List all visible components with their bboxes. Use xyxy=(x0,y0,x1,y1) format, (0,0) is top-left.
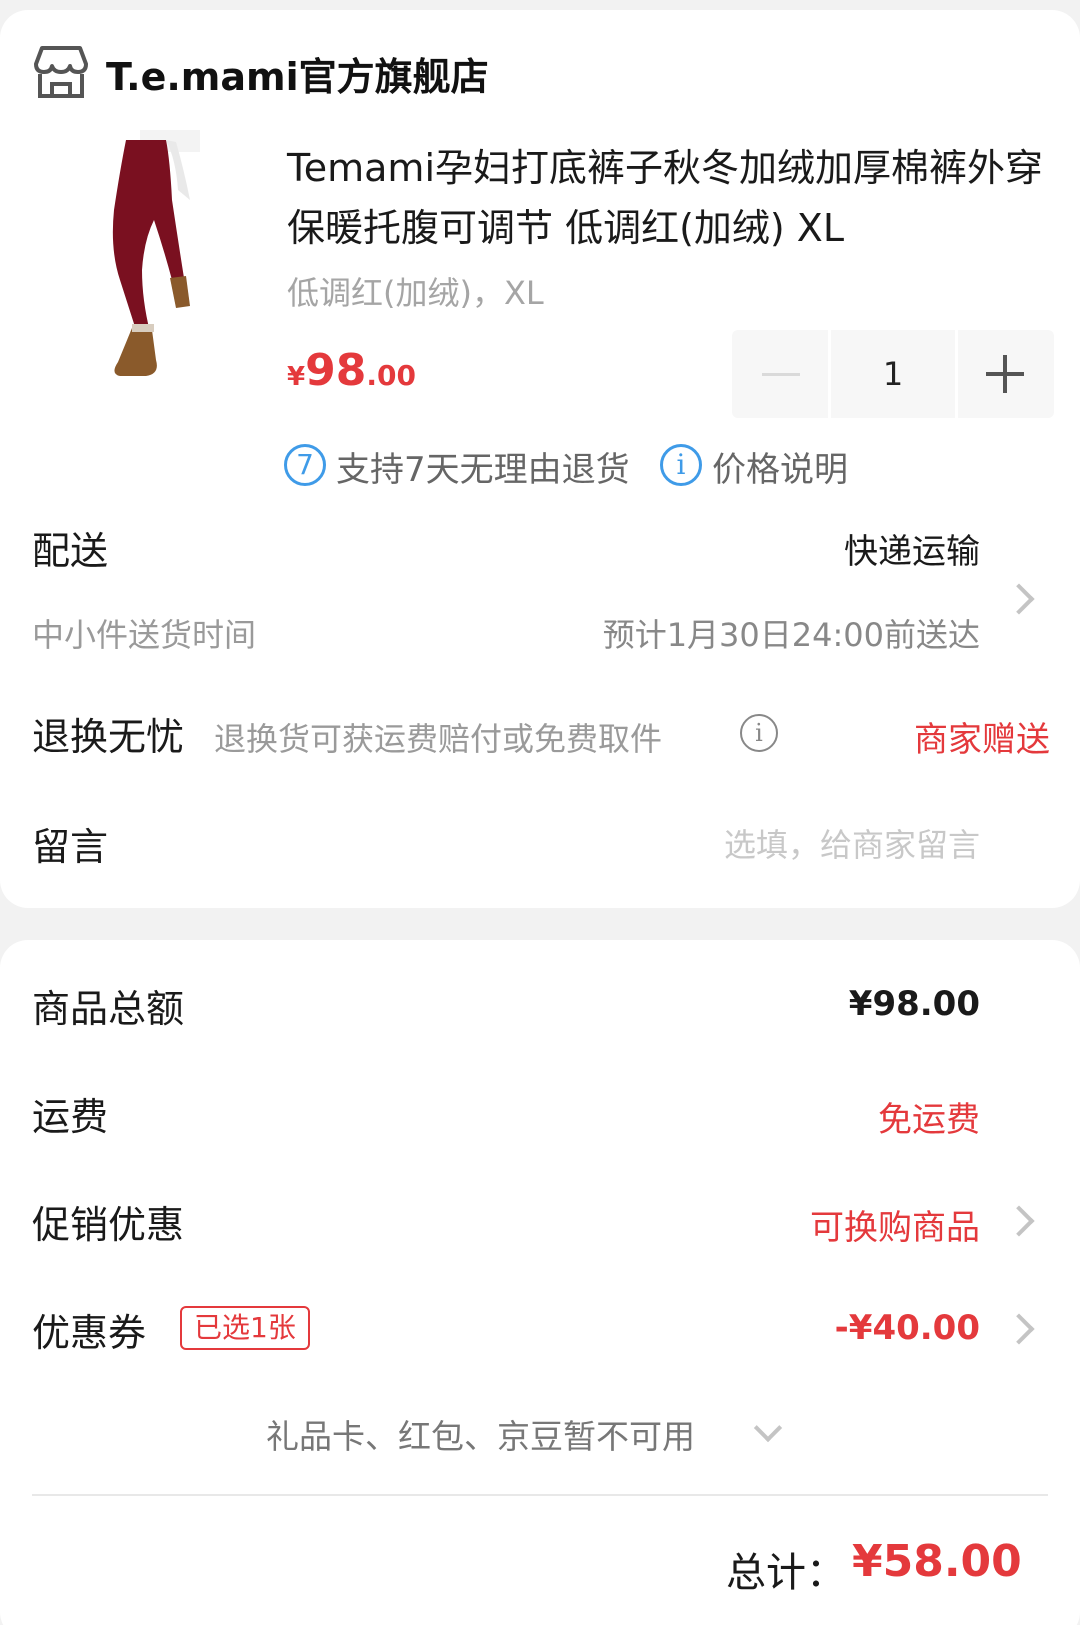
coupon-value[interactable]: -¥40.00 xyxy=(835,1308,980,1348)
decrease-quantity-button[interactable] xyxy=(732,330,828,418)
coupon-selected-badge: 已选1张 xyxy=(180,1306,310,1350)
store-icon xyxy=(34,44,88,100)
goods-total-label: 商品总额 xyxy=(32,987,185,1031)
shipping-label: 运费 xyxy=(32,1095,109,1139)
product-spec: 低调红(加绒)，XL xyxy=(287,274,544,312)
price-decimal: .00 xyxy=(366,359,416,392)
returns-value: 商家赠送 xyxy=(914,720,1050,760)
increase-quantity-button[interactable] xyxy=(958,330,1054,418)
delivery-time-label: 中小件送货时间 xyxy=(32,616,257,654)
total-label: 总计： xyxy=(726,1550,846,1596)
message-label: 留言 xyxy=(32,825,109,869)
product-thumbnail[interactable] xyxy=(80,130,250,380)
shipping-value: 免运费 xyxy=(878,1100,980,1140)
quantity-value[interactable]: 1 xyxy=(828,330,958,418)
price-explanation-link[interactable]: 价格说明 xyxy=(712,442,848,491)
product-title[interactable]: Temami孕妇打底裤子秋冬加绒加厚棉裤外穿保暖托腹可调节 低调红(加绒) XL xyxy=(287,138,1047,258)
promotion-label: 促销优惠 xyxy=(32,1203,185,1247)
seven-day-return-icon: 7 xyxy=(284,444,326,486)
product-price: ¥98.00 xyxy=(287,345,416,396)
coupon-label: 优惠券 xyxy=(32,1311,147,1355)
seven-day-return-link[interactable]: 支持7天无理由退货 xyxy=(336,442,630,491)
returns-description: 退换货可获运费赔付或免费取件 xyxy=(214,720,663,758)
delivery-estimate: 预计1月30日24:00前送达 xyxy=(602,616,980,654)
quantity-stepper: 1 xyxy=(732,330,1054,418)
price-summary-card xyxy=(0,940,1080,1625)
message-input[interactable]: 选填，给商家留言 xyxy=(724,820,980,866)
promotion-value[interactable]: 可换购商品 xyxy=(810,1200,980,1249)
info-icon: i xyxy=(660,444,702,486)
price-integer: 98 xyxy=(305,345,367,396)
unavailable-payments[interactable]: 礼品卡、红包、京豆暂不可用 xyxy=(266,1410,695,1458)
store-name[interactable]: T.e.mami官方旗舰店 xyxy=(106,46,489,101)
total-value: ¥58.00 xyxy=(852,1536,1022,1587)
price-currency: ¥ xyxy=(287,362,306,392)
returns-label: 退换无忧 xyxy=(32,715,185,759)
goods-total-value: ¥98.00 xyxy=(848,984,980,1024)
delivery-method[interactable]: 快递运输 xyxy=(844,524,980,573)
delivery-label: 配送 xyxy=(32,529,109,573)
divider xyxy=(32,1494,1048,1496)
returns-info-icon[interactable]: i xyxy=(740,714,778,752)
